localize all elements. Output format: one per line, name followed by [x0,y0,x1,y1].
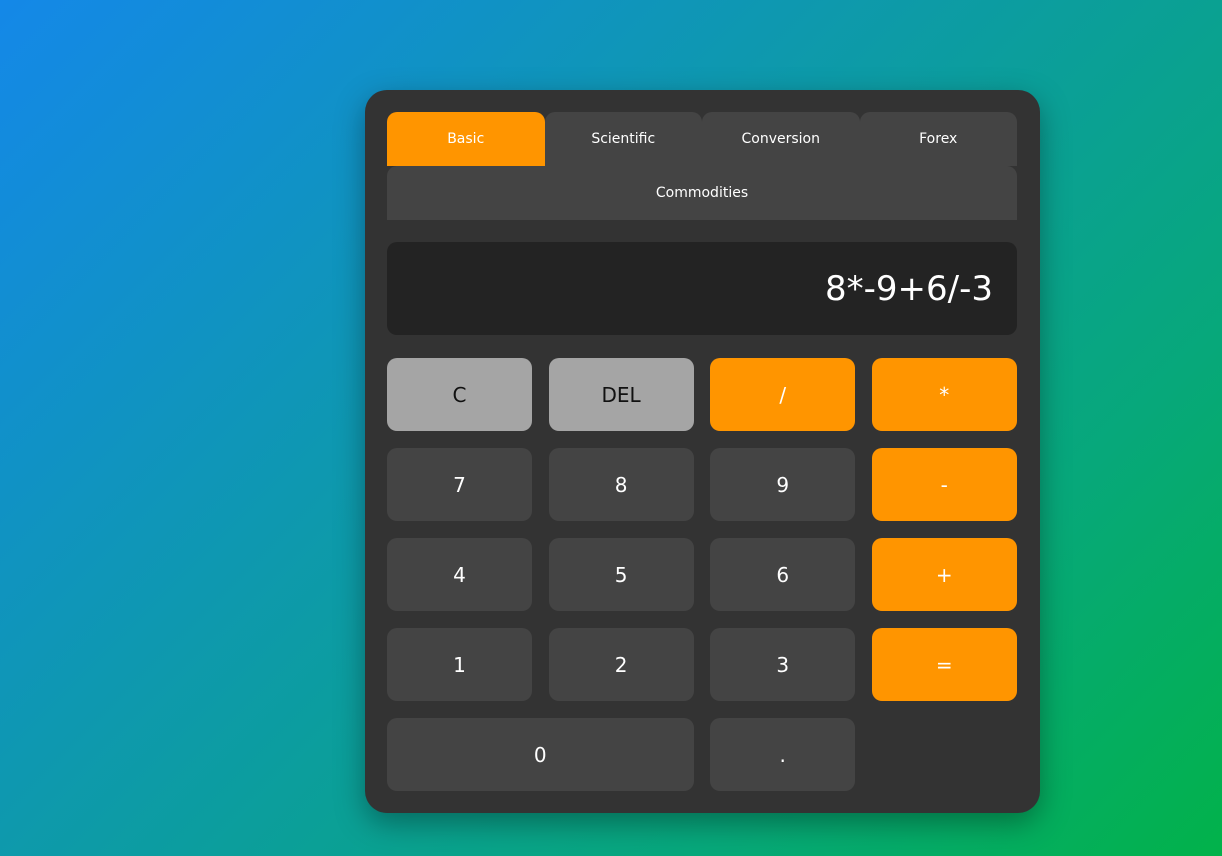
digit-5-button[interactable]: 5 [548,538,694,611]
digit-0-button[interactable]: 0 [387,718,694,791]
digit-2-button[interactable]: 2 [548,628,694,701]
digit-7-button[interactable]: 7 [387,448,532,521]
digit-6-button[interactable]: 6 [710,538,856,611]
display-expression: 8*-9+6/-3 [824,268,993,309]
calculator: Basic Scientific Conversion Forex Commod… [365,90,1040,813]
digit-8-button[interactable]: 8 [548,448,694,521]
tab-conversion[interactable]: Conversion [702,112,860,166]
calculator-display: 8*-9+6/-3 [387,242,1017,335]
subtract-button[interactable]: - [871,448,1017,521]
equals-button[interactable]: = [871,628,1017,701]
clear-button[interactable]: C [387,358,532,431]
tab-basic[interactable]: Basic [387,112,545,166]
multiply-button[interactable]: * [871,358,1017,431]
digit-1-button[interactable]: 1 [387,628,532,701]
digit-9-button[interactable]: 9 [710,448,856,521]
keypad: C DEL / * 7 8 9 - 4 5 6 + 1 2 3 = 0 . [387,358,1017,791]
tab-forex[interactable]: Forex [859,112,1017,166]
decimal-button[interactable]: . [710,718,856,791]
tab-scientific[interactable]: Scientific [544,112,702,166]
divide-button[interactable]: / [710,358,856,431]
tab-commodities[interactable]: Commodities [387,166,1017,220]
delete-button[interactable]: DEL [548,358,694,431]
digit-3-button[interactable]: 3 [710,628,856,701]
add-button[interactable]: + [871,538,1017,611]
digit-4-button[interactable]: 4 [387,538,532,611]
tab-row-primary: Basic Scientific Conversion Forex [387,112,1017,166]
mode-tabs: Basic Scientific Conversion Forex Commod… [387,112,1017,220]
